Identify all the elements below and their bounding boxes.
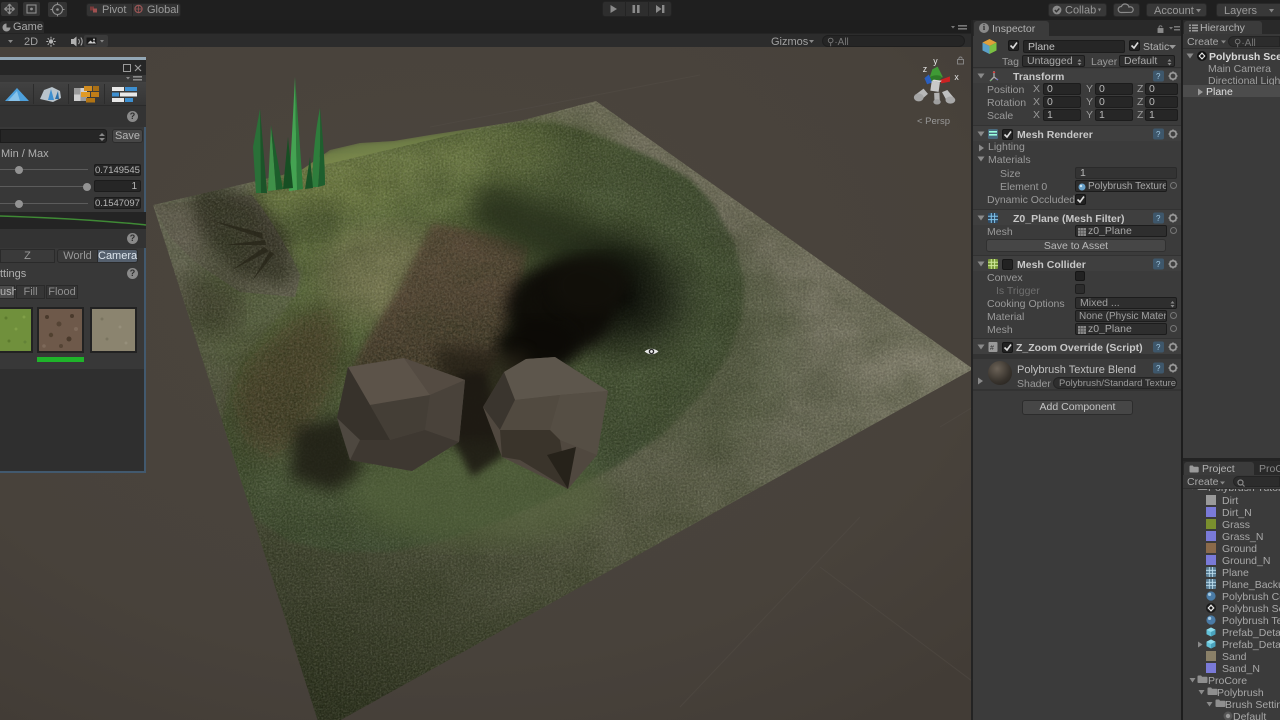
- svg-text:?: ?: [1156, 343, 1161, 352]
- svg-text:z: z: [923, 64, 927, 74]
- svg-text:?: ?: [1156, 130, 1161, 139]
- svg-text:x: x: [954, 72, 959, 82]
- svg-text:?: ?: [1156, 260, 1161, 269]
- svg-text:˂ Persp: ˂ Persp: [917, 116, 950, 127]
- svg-text:?: ?: [1156, 214, 1161, 223]
- svg-text:?: ?: [1156, 364, 1161, 373]
- svg-text:y: y: [933, 56, 938, 66]
- svg-text:?: ?: [1156, 72, 1161, 81]
- svg-text:#: #: [990, 345, 994, 352]
- svg-text:Collab: Collab: [1065, 4, 1096, 16]
